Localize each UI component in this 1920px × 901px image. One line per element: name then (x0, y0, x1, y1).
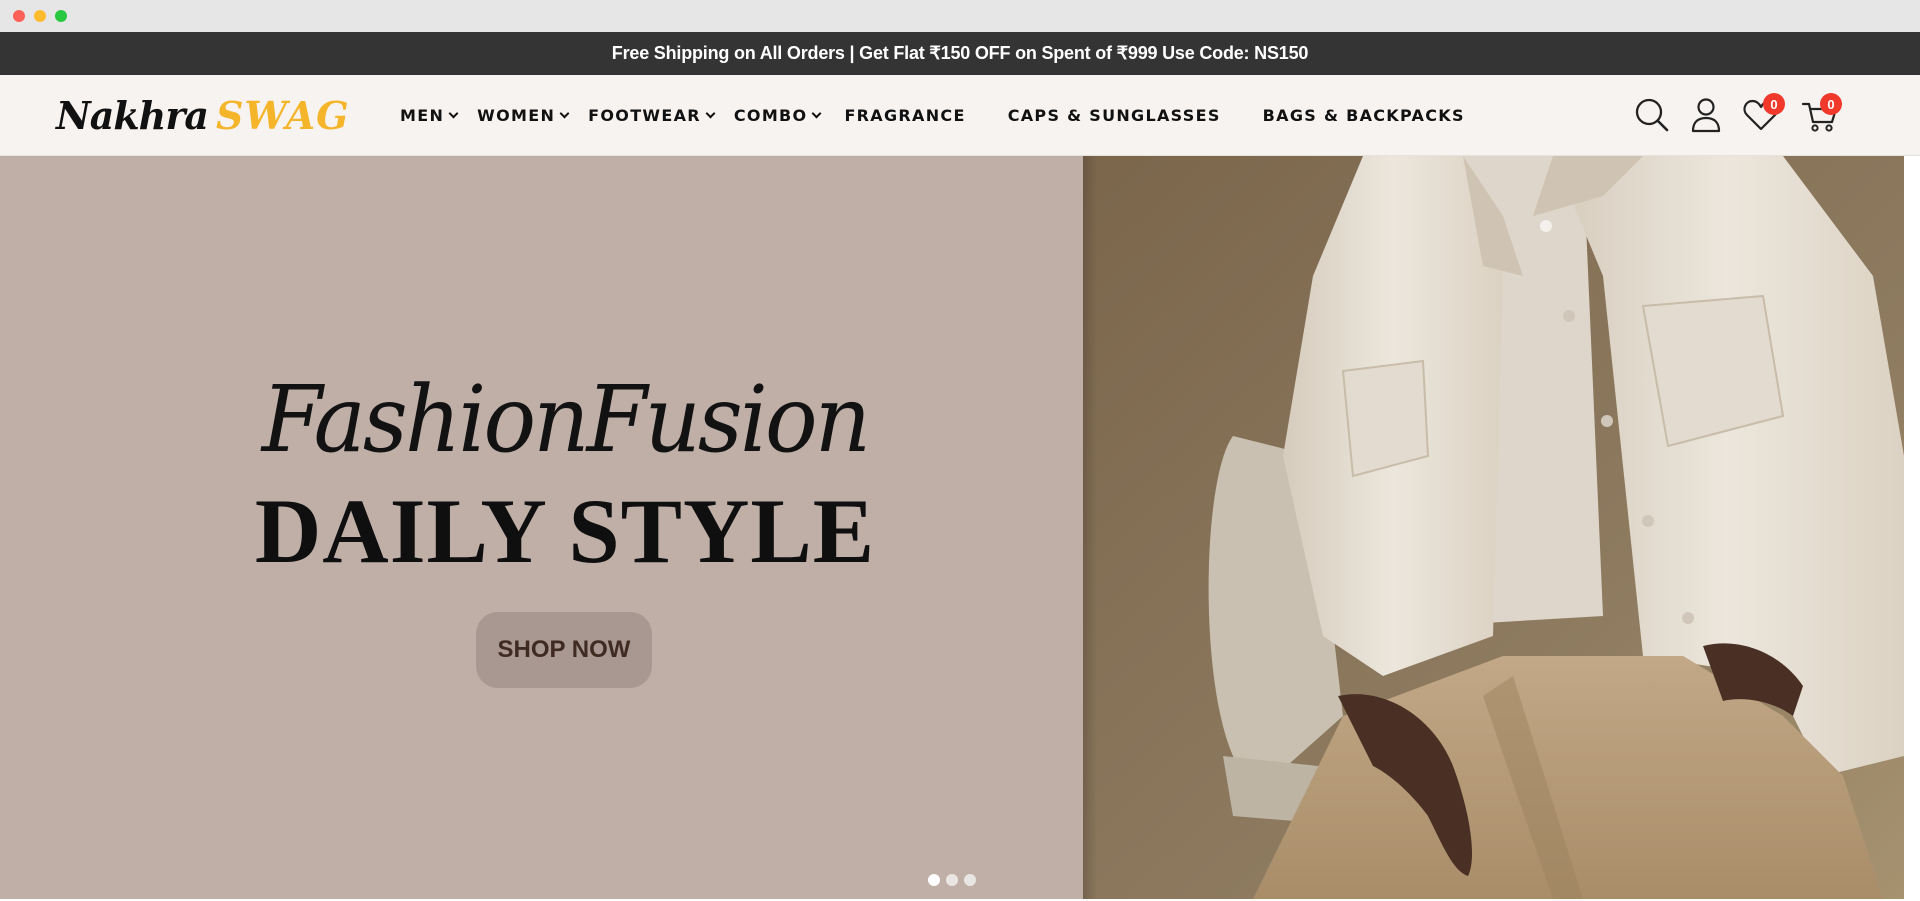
nav-combo[interactable]: COMBO (733, 106, 822, 125)
cart-count-badge: 0 (1820, 93, 1842, 115)
slide-dot-3[interactable] (964, 874, 976, 886)
maximize-window-button[interactable] (55, 10, 67, 22)
nav-women-label: WOMEN (477, 106, 556, 125)
chevron-down-icon (812, 108, 822, 119)
hero-banner: FashionFusion DAILY STYLE SHOP NOW (0, 156, 1904, 899)
nav-men-label: MEN (400, 106, 445, 125)
logo-text-nakhra: Nakhra (56, 92, 209, 138)
nav-combo-label: COMBO (733, 106, 808, 125)
chevron-down-icon (705, 108, 716, 119)
nav-bags-backpacks[interactable]: BAGS & BACKPACKS (1263, 106, 1465, 125)
hero-title: DAILY STYLE (254, 480, 876, 582)
nav-footwear-label: FOOTWEAR (588, 106, 701, 125)
chevron-down-icon (559, 108, 570, 119)
nav-caps-sunglasses[interactable]: CAPS & SUNGLASSES (1008, 106, 1221, 125)
brand-logo[interactable]: Nakhra SWAG (56, 89, 350, 141)
slide-dot-1[interactable] (928, 874, 940, 886)
nav-fragrance[interactable]: FRAGRANCE (844, 106, 965, 125)
page-scroll-gutter (1904, 156, 1920, 901)
close-window-button[interactable] (13, 10, 25, 22)
main-nav: MEN WOMEN FOOTWEAR COMBO FRAGRANCE CAPS … (400, 75, 1465, 156)
minimize-window-button[interactable] (34, 10, 46, 22)
slide-dot-2[interactable] (946, 874, 958, 886)
nav-men[interactable]: MEN (400, 106, 459, 125)
nav-caps-sunglasses-label: CAPS & SUNGLASSES (1007, 106, 1221, 125)
announcement-text: Free Shipping on All Orders | Get Flat ₹… (611, 43, 1309, 63)
model-photo-illustration (1083, 156, 1904, 899)
chevron-down-icon (448, 108, 459, 119)
announcement-bar: Free Shipping on All Orders | Get Flat ₹… (0, 32, 1920, 75)
hero-script-title: FashionFusion (261, 366, 871, 473)
site-header: Nakhra SWAG MEN WOMEN FOOTWEAR COMBO FRA… (0, 75, 1920, 156)
nav-bags-backpacks-label: BAGS & BACKPACKS (1262, 106, 1465, 125)
search-icon[interactable] (1632, 95, 1672, 135)
hero-split-shadow (1083, 156, 1097, 899)
nav-women[interactable]: WOMEN (477, 106, 570, 125)
nav-fragrance-label: FRAGRANCE (844, 106, 966, 125)
wishlist-heart-icon[interactable]: 0 (1741, 93, 1785, 135)
browser-chrome (0, 0, 1920, 32)
hero-text-panel: FashionFusion DAILY STYLE SHOP NOW (0, 156, 1083, 899)
user-icon[interactable] (1686, 95, 1726, 135)
hero-model-image (1083, 156, 1904, 899)
nav-footwear[interactable]: FOOTWEAR (588, 106, 716, 125)
logo-text-swag: SWAG (215, 92, 350, 138)
wishlist-count-badge: 0 (1763, 93, 1785, 115)
shop-now-button[interactable]: SHOP NOW (476, 612, 652, 688)
cart-icon[interactable]: 0 (1800, 93, 1842, 135)
slider-pagination (928, 874, 976, 886)
